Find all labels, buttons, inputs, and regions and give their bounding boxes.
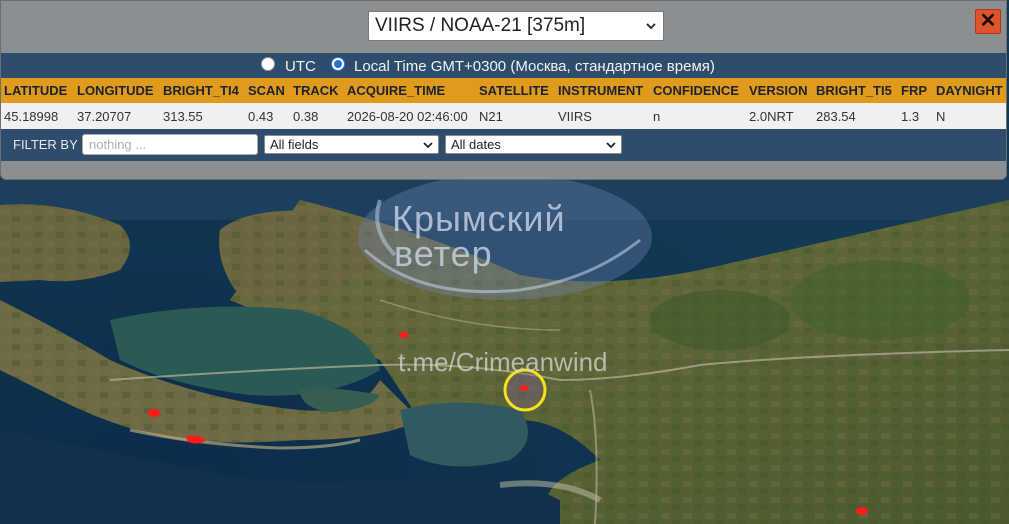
column-header[interactable]: BRIGHT_TI4 [163, 83, 239, 98]
field-select-value: All fields [270, 137, 319, 152]
table-header: LATITUDE LONGITUDE BRIGHT_TI4 SCAN TRACK… [1, 78, 1006, 103]
table-cell: 45.18998 [4, 109, 59, 124]
column-header[interactable]: SATELLITE [479, 83, 549, 98]
table-cell: 2026-08-20 02:46:00 [347, 109, 468, 124]
table-row[interactable]: 45.18998 37.20707 313.55 0.43 0.38 2026-… [1, 103, 1006, 129]
chevron-down-icon [606, 142, 616, 149]
table-cell: 37.20707 [77, 109, 132, 124]
filter-input[interactable] [82, 134, 258, 155]
table-cell: N21 [479, 109, 503, 124]
column-header[interactable]: DAYNIGHT [936, 83, 1003, 98]
fire-hotspot [148, 409, 160, 417]
table-cell: N [936, 109, 946, 124]
column-header[interactable]: INSTRUMENT [558, 83, 643, 98]
table-cell: 2.0NRT [749, 109, 794, 124]
filter-label: FILTER BY [13, 137, 78, 152]
table-cell: n [653, 109, 661, 124]
table-cell: 0.43 [248, 109, 274, 124]
table-cell: 1.3 [901, 109, 920, 124]
column-header[interactable]: LATITUDE [4, 83, 67, 98]
local-time-radio[interactable] [331, 57, 345, 71]
local-time-label: Local Time GMT+0300 (Москва, стандартное… [354, 58, 715, 75]
table-cell: 0.38 [293, 109, 319, 124]
table-cell: 313.55 [163, 109, 203, 124]
column-header[interactable]: TRACK [293, 83, 339, 98]
fire-hotspot [399, 332, 409, 338]
chevron-down-icon [646, 23, 656, 30]
utc-label: UTC [285, 58, 316, 75]
table-cell: VIIRS [558, 109, 592, 124]
satellite-select[interactable]: VIIRS / NOAA-21 [375m] [368, 11, 664, 41]
fire-hotspot [856, 507, 868, 515]
fire-info-panel: VIIRS / NOAA-21 [375m] ✕ UTC Local Time … [0, 0, 1007, 180]
watermark-subtitle: ветер [394, 233, 493, 274]
column-header[interactable]: FRP [901, 83, 927, 98]
date-select-value: All dates [451, 137, 501, 152]
column-header[interactable]: CONFIDENCE [653, 83, 739, 98]
column-header[interactable]: ACQUIRE_TIME [347, 83, 445, 98]
timezone-bar: UTC Local Time GMT+0300 (Москва, стандар… [1, 53, 1006, 78]
column-header[interactable]: LONGITUDE [77, 83, 154, 98]
utc-radio[interactable] [261, 57, 275, 71]
column-header[interactable]: BRIGHT_TI5 [816, 83, 892, 98]
close-button[interactable]: ✕ [975, 9, 1001, 34]
chevron-down-icon [423, 142, 433, 149]
date-select[interactable]: All dates [445, 135, 622, 154]
watermark-url: t.me/Crimeanwind [398, 347, 608, 377]
selected-hotspot [520, 385, 528, 391]
filter-bar: FILTER BY All fields All dates [1, 129, 1006, 161]
table-cell: 283.54 [816, 109, 856, 124]
satellite-select-value: VIIRS / NOAA-21 [375m] [375, 15, 586, 36]
column-header[interactable]: SCAN [248, 83, 285, 98]
column-header[interactable]: VERSION [749, 83, 808, 98]
field-select[interactable]: All fields [264, 135, 439, 154]
